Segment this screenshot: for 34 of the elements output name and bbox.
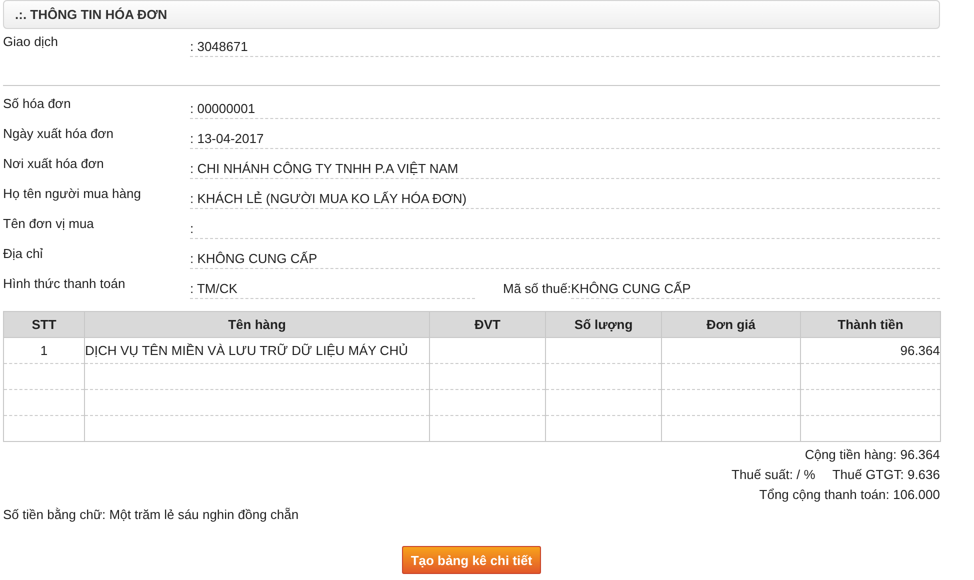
field-label: Tên đơn vị mua <box>3 216 95 233</box>
field-label: Hình thức thanh toán <box>3 276 126 293</box>
field-value: : 00000001 <box>190 101 940 119</box>
column-header: Tên hàng <box>84 312 430 338</box>
create-detail-button[interactable]: Tạo bảng kê chi tiết <box>402 546 542 574</box>
field-value: : TM/CK <box>190 281 475 299</box>
vat-text: Thuế GTGT: 9.636 <box>832 467 940 483</box>
field-value: : 13-04-2017 <box>190 131 940 149</box>
table-cell: 1 <box>4 338 84 364</box>
field-value: : KHÔNG CUNG CẤP <box>190 251 940 269</box>
field-label: Mã số thuế: <box>503 281 571 298</box>
column-header: STT <box>4 312 84 338</box>
field-value: : <box>190 221 940 239</box>
amount-in-words: Số tiền bằng chữ: Một trăm lẻ sáu nghin đồng chẵn <box>3 507 300 522</box>
table-cell: DỊCH VỤ TÊN MIỀN VÀ LƯU TRỮ DỮ LIỆU MÁY CHỦ <box>84 338 430 364</box>
subtotal-text: Cộng tiền hàng: 96.364 <box>804 447 940 463</box>
tax-rate-text: Thuế suất: / % <box>732 467 816 483</box>
field-label: Ngày xuất hóa đơn <box>3 126 114 143</box>
field-label: Giao dịch <box>3 34 59 51</box>
total-text: Tổng cộng thanh toán: 106.000 <box>759 487 940 503</box>
field-value: : KHÁCH LẺ (NGƯỜI MUA KO LẤY HÓA ĐƠN) <box>190 191 940 209</box>
field-label: Họ tên người mua hàng <box>3 186 142 203</box>
table-cell: 96.364 <box>800 338 940 364</box>
column-header: Thành tiền <box>800 312 940 338</box>
field-label: Địa chỉ <box>3 246 44 263</box>
panel-title: .:. THÔNG TIN HÓA ĐƠN <box>15 7 168 22</box>
field-value: : CHI NHÁNH CÔNG TY TNHH P.A VIỆT NAM <box>190 161 940 179</box>
column-header: Đơn giá <box>662 312 800 338</box>
column-header: ĐVT <box>430 312 546 338</box>
field-label: Nơi xuất hóa đơn <box>3 156 105 173</box>
field-value: KHÔNG CUNG CẤP <box>570 281 940 299</box>
field-label: Số hóa đơn <box>3 96 72 113</box>
field-value: : 3048671 <box>190 39 940 57</box>
column-header: Số lượng <box>546 312 662 338</box>
